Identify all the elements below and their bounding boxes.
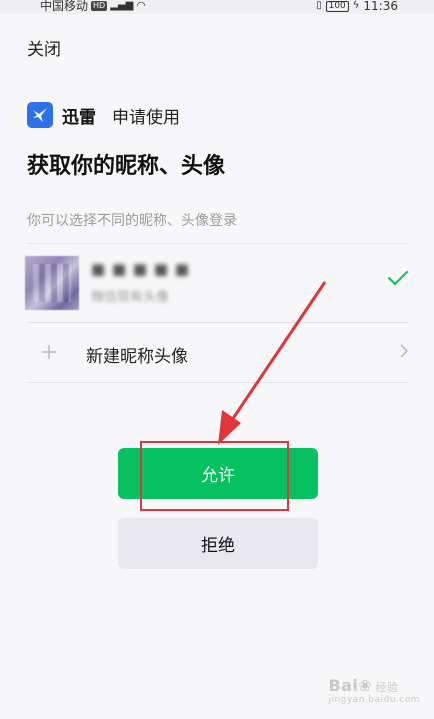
watermark-brand-tail: 经验 — [375, 681, 399, 694]
status-right: ▯ 100 ϟ 11:36 — [316, 0, 398, 12]
clock: 11:36 — [363, 0, 398, 13]
profile-nickname: ■ ■ ■ ■ ■ — [91, 260, 190, 278]
status-bar: 中国移动 HD ▂▄▆ ◠ ▯ 100 ϟ 11:36 — [0, 0, 434, 14]
status-left: 中国移动 HD ▂▄▆ ◠ — [40, 0, 146, 12]
vibrate-icon: ▯ — [316, 0, 322, 11]
watermark-url: jingyan.baidu.com — [328, 695, 420, 705]
hd-badge: HD — [91, 1, 108, 11]
close-button[interactable]: 关闭 — [27, 35, 61, 60]
existing-profile-option[interactable]: ■ ■ ■ ■ ■ 微信现有头像 — [25, 244, 411, 322]
profile-subtitle: 微信现有头像 — [91, 290, 170, 305]
carrier-label: 中国移动 — [40, 0, 89, 13]
app-name: 迅雷 — [62, 107, 96, 128]
signal-icon: ▂▄▆ — [110, 0, 134, 11]
charging-icon: ϟ — [352, 0, 360, 11]
new-profile-label: 新建昵称头像 — [86, 347, 188, 367]
chevron-right-icon — [399, 343, 409, 363]
battery-icon: 100 — [325, 0, 349, 12]
plus-icon — [41, 340, 57, 364]
paw-icon: ❀ — [358, 676, 373, 695]
baidu-watermark: Bai❀ 经验 jingyan.baidu.com — [328, 676, 420, 705]
app-request-row: 迅雷 申请使用 — [27, 102, 180, 128]
xunlei-logo-icon — [27, 102, 53, 128]
deny-button[interactable]: 拒绝 — [118, 518, 318, 569]
divider-bottom — [27, 382, 409, 383]
app-request-text: 申请使用 — [112, 107, 180, 128]
hint-text: 你可以选择不同的昵称、头像登录 — [27, 213, 237, 229]
wifi-icon: ◠ — [136, 0, 146, 12]
check-icon — [387, 270, 409, 290]
page-title: 获取你的昵称、头像 — [27, 154, 226, 179]
watermark-brand: Bai — [328, 676, 359, 695]
annotation-highlight-box — [140, 441, 289, 511]
new-profile-option[interactable]: 新建昵称头像 — [25, 323, 411, 382]
avatar — [25, 256, 79, 310]
